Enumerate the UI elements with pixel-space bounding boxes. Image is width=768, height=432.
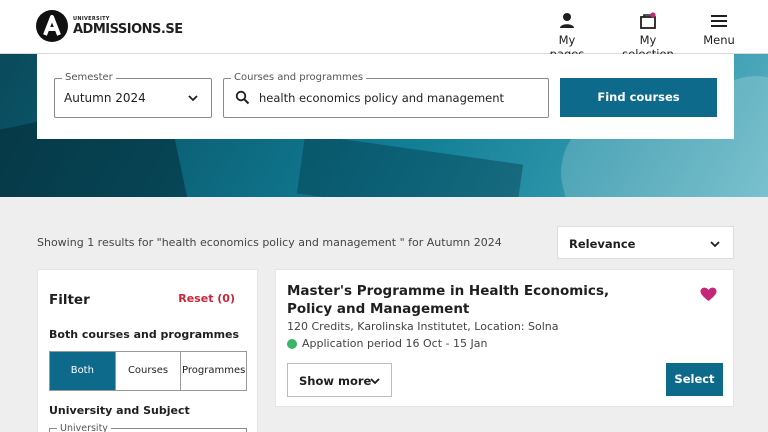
site-header: UNIVERSITY ADMISSIONS.SE My pages My sel… bbox=[0, 0, 768, 61]
chevron-down-icon bbox=[188, 95, 198, 102]
reset-filter-button[interactable]: Reset (0) bbox=[178, 292, 235, 305]
university-legend: University bbox=[57, 423, 111, 432]
search-icon bbox=[235, 90, 250, 105]
selection-bag-icon bbox=[640, 12, 656, 29]
person-icon bbox=[560, 13, 574, 28]
type-filter-label: Both courses and programmes bbox=[49, 328, 240, 341]
type-option-programmes[interactable]: Programmes bbox=[181, 352, 247, 390]
menu-button[interactable]: Menu bbox=[703, 12, 735, 47]
result-card: Master's Programme in Health Economics, … bbox=[275, 269, 734, 407]
chevron-down-icon bbox=[370, 378, 380, 385]
show-more-label: Show more bbox=[299, 374, 372, 388]
sort-select[interactable]: Relevance bbox=[557, 226, 734, 259]
show-more-button[interactable]: Show more bbox=[287, 363, 392, 397]
semester-select[interactable]: Semester Autumn 2024 bbox=[54, 72, 212, 118]
logo-mark-icon bbox=[36, 10, 68, 42]
hamburger-icon bbox=[711, 15, 727, 27]
filter-panel: Filter Reset (0) Both courses and progra… bbox=[37, 269, 258, 432]
menu-label: Menu bbox=[703, 33, 735, 47]
open-status-dot-icon bbox=[287, 338, 297, 349]
results-summary: Showing 1 results for "health economics … bbox=[37, 236, 502, 249]
programme-title[interactable]: Master's Programme in Health Economics, … bbox=[287, 282, 657, 318]
courses-search-input[interactable]: Courses and programmes health economics … bbox=[223, 72, 549, 118]
type-option-both[interactable]: Both bbox=[50, 352, 116, 390]
chevron-down-icon bbox=[710, 241, 720, 248]
programme-meta: 120 Credits, Karolinska Institutet, Loca… bbox=[287, 320, 559, 333]
search-panel: Semester Autumn 2024 Courses and program… bbox=[37, 54, 734, 139]
type-segmented-control: Both Courses Programmes bbox=[49, 351, 247, 391]
select-button[interactable]: Select bbox=[666, 363, 723, 396]
logo[interactable]: UNIVERSITY ADMISSIONS.SE bbox=[36, 10, 183, 42]
type-option-courses[interactable]: Courses bbox=[115, 352, 182, 390]
heart-icon[interactable] bbox=[700, 287, 717, 302]
semester-value: Autumn 2024 bbox=[64, 91, 146, 105]
filter-title: Filter bbox=[49, 292, 90, 308]
sort-value: Relevance bbox=[569, 237, 636, 251]
find-courses-button[interactable]: Find courses bbox=[560, 78, 717, 117]
application-period: Application period 16 Oct - 15 Jan bbox=[287, 337, 487, 350]
logo-small-text: UNIVERSITY bbox=[73, 15, 110, 22]
semester-legend: Semester bbox=[62, 72, 116, 83]
university-subject-label: University and Subject bbox=[49, 404, 190, 417]
courses-legend: Courses and programmes bbox=[231, 72, 367, 83]
application-period-text: Application period 16 Oct - 15 Jan bbox=[302, 337, 488, 350]
university-select[interactable]: University bbox=[49, 423, 247, 432]
courses-search-value: health economics policy and management bbox=[259, 91, 505, 105]
logo-big-text: ADMISSIONS.SE bbox=[73, 21, 183, 37]
